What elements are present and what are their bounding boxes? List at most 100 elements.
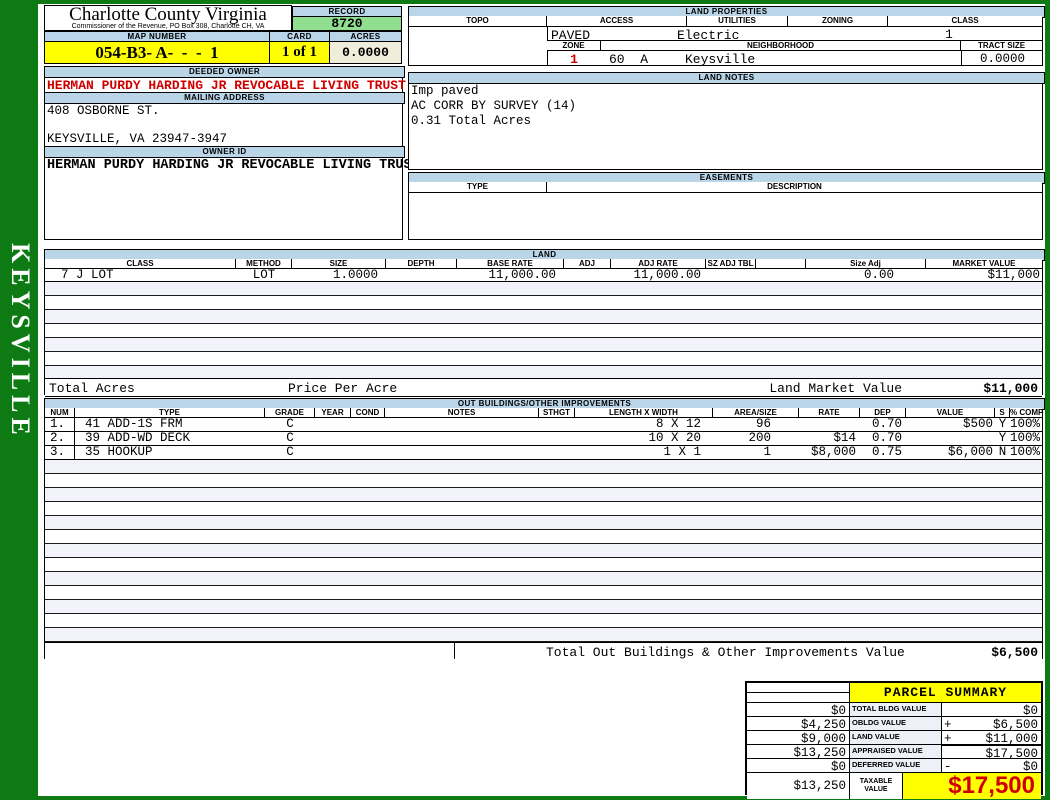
summary-amount: $6,500 <box>992 718 1038 731</box>
out-buildings-table: OUT BUILDINGS/OTHER IMPROVEMENTS NUM TYP… <box>44 398 1045 660</box>
ob-cell-sthgt <box>539 446 575 459</box>
land-notes-title: LAND NOTES <box>408 72 1045 84</box>
county-title: Charlotte County Virginia <box>69 4 267 25</box>
summary-corner-cell <box>747 683 850 703</box>
summary-amount: $11,000 <box>985 732 1038 745</box>
owner-id-label: OWNER ID <box>44 146 405 158</box>
summary-left-value: $0 <box>747 759 850 773</box>
ob-cell-cond <box>351 446 385 459</box>
ob-cell-pct-comp: 100% <box>1010 431 1041 445</box>
ob-cell-dep: 0.70 <box>871 417 902 431</box>
ob-cell-grade: C <box>286 431 294 445</box>
summary-label: DEFERRED VALUE <box>850 759 942 773</box>
land-market-value: $11,000 <box>983 381 1038 396</box>
ob-total-value: $6,500 <box>991 645 1038 660</box>
summary-row-deferred: $0 DEFERRED VALUE - $0 <box>747 759 1041 773</box>
ob-cell-year <box>315 446 351 459</box>
ob-cell-rate: $8,000 <box>810 445 856 459</box>
parcel-summary-table: PARCEL SUMMARY $0 TOTAL BLDG VALUE $0 $4… <box>745 681 1043 799</box>
lp-zone-label: ZONE <box>547 41 601 51</box>
lp-zone-value: 1 <box>570 52 578 67</box>
ob-cell-sthgt <box>539 432 575 445</box>
land-cell-sz-adj-tbl <box>706 269 756 281</box>
land-market-value-label: Land Market Value <box>769 381 902 396</box>
ob-cell-type: 35 HOOKUP <box>85 445 153 459</box>
ob-cell-year <box>315 432 351 445</box>
land-cell-blank <box>756 269 806 281</box>
parcel-summary-title: PARCEL SUMMARY <box>850 683 1041 703</box>
summary-left-value: $4,250 <box>747 717 850 731</box>
lp-tract-size-cell: 0.0000 <box>961 51 1043 66</box>
county-header-box: Charlotte County Virginia Commissioner o… <box>44 5 292 31</box>
ob-cell-notes <box>385 446 539 459</box>
summary-right-value: - $0 <box>942 759 1041 773</box>
summary-left-value: $0 <box>747 703 850 717</box>
ob-total-label: Total Out Buildings & Other Improvements… <box>546 645 905 660</box>
summary-right-value: $17,500 <box>942 745 1041 759</box>
ob-cell-area-size: 96 <box>755 417 771 431</box>
ob-cell-cond <box>351 418 385 431</box>
card-value: 1 of 1 <box>269 41 330 64</box>
deeded-owner-value: HERMAN PURDY HARDING JR REVOCABLE LIVING… <box>47 78 406 93</box>
ob-cell-grade: C <box>286 417 294 431</box>
lp-tract-size-value: 0.0000 <box>979 52 1025 66</box>
ob-cell-length-width: 1 X 1 <box>663 445 701 459</box>
land-cell-base-rate: 11,000.00 <box>488 268 556 282</box>
owner-id-value: HERMAN PURDY HARDING JR REVOCABLE LIVING… <box>47 158 420 173</box>
summary-row-total-bldg: $0 TOTAL BLDG VALUE $0 <box>747 703 1041 717</box>
summary-label: LAND VALUE <box>850 731 942 745</box>
lp-neighborhood-label: NEIGHBORHOOD <box>601 41 961 51</box>
ob-cell-s: Y <box>998 431 1007 445</box>
ob-cell-num: 3. <box>45 446 75 459</box>
land-properties-table: LAND PROPERTIES TOPO ACCESS UTILITIES ZO… <box>408 6 1045 67</box>
easements-description-label: DESCRIPTION <box>547 182 1042 193</box>
summary-right-value: $0 <box>942 703 1041 717</box>
lp-header-topo: TOPO <box>409 16 547 27</box>
ob-cell-area-size: 200 <box>748 431 771 445</box>
lp-neighborhood-value: Keysville <box>685 52 756 67</box>
summary-label: TOTAL BLDG VALUE <box>850 703 942 717</box>
lp-neighborhood-code: 60 A <box>609 52 649 67</box>
land-cell-size: 1.0000 <box>332 268 378 282</box>
ob-data-row-1: 1. 41 ADD-1S FRM C 8 X 12 96 0.70 $500 Y… <box>45 418 1042 432</box>
land-note-line2: AC CORR BY SURVEY (14) <box>411 99 577 113</box>
land-note-line3: 0.31 Total Acres <box>411 114 532 128</box>
land-header-depth: DEPTH <box>386 259 457 269</box>
ob-cell-value: $500 <box>962 417 993 431</box>
land-cell-adj-rate: 11,000.00 <box>633 268 701 282</box>
land-note-line1: Imp paved <box>411 84 479 98</box>
easements-type-label: TYPE <box>409 182 547 193</box>
address-line2: KEYSVILLE, VA 23947-3947 <box>47 132 228 146</box>
ob-cell-sthgt <box>539 418 575 431</box>
ob-cell-length-width: 8 X 12 <box>655 417 701 431</box>
easements-box: EASEMENTS TYPE DESCRIPTION <box>408 172 1045 240</box>
summary-right-value: + $6,500 <box>942 717 1041 731</box>
property-record-card: KEYSVILLE Charlotte County Virginia Comm… <box>0 0 1050 800</box>
summary-sign: + <box>944 732 952 745</box>
ob-cell-num: 1. <box>45 418 75 431</box>
ob-cell-num: 2. <box>45 432 75 445</box>
district-sidebar-label: KEYSVILLE <box>6 243 35 440</box>
land-header-adj: ADJ <box>564 259 611 269</box>
address-line1: 408 OSBORNE ST. <box>47 104 160 118</box>
county-subtitle: Commissioner of the Revenue, PO Box 308,… <box>71 23 265 30</box>
ob-cell-length-width: 10 X 20 <box>648 431 701 445</box>
owner-block: DEEDED OWNER HERMAN PURDY HARDING JR REV… <box>44 66 420 240</box>
lp-header-access: ACCESS <box>547 16 687 27</box>
summary-label: APPRAISED VALUE <box>850 745 942 759</box>
price-per-acre-label: Price Per Acre <box>288 381 398 396</box>
ob-cell-type: 41 ADD-1S FRM <box>85 417 183 431</box>
ob-cell-pct-comp: 100% <box>1010 417 1041 431</box>
ob-cell-type: 39 ADD-WD DECK <box>85 431 191 445</box>
ob-totals-divider <box>454 643 455 659</box>
lp-topo-value <box>409 27 548 65</box>
land-header-blank <box>756 259 806 269</box>
ob-cell-year <box>315 418 351 431</box>
summary-sign: + <box>944 718 952 731</box>
ob-cell-value <box>906 432 995 445</box>
summary-amount: $0 <box>1022 704 1038 717</box>
land-header-sz-adj-tbl: SZ ADJ TBL <box>706 259 756 269</box>
ob-cell-rate: $14 <box>833 431 856 445</box>
lp-header-utilities: UTILITIES <box>687 16 788 27</box>
land-cell-depth <box>386 269 457 281</box>
